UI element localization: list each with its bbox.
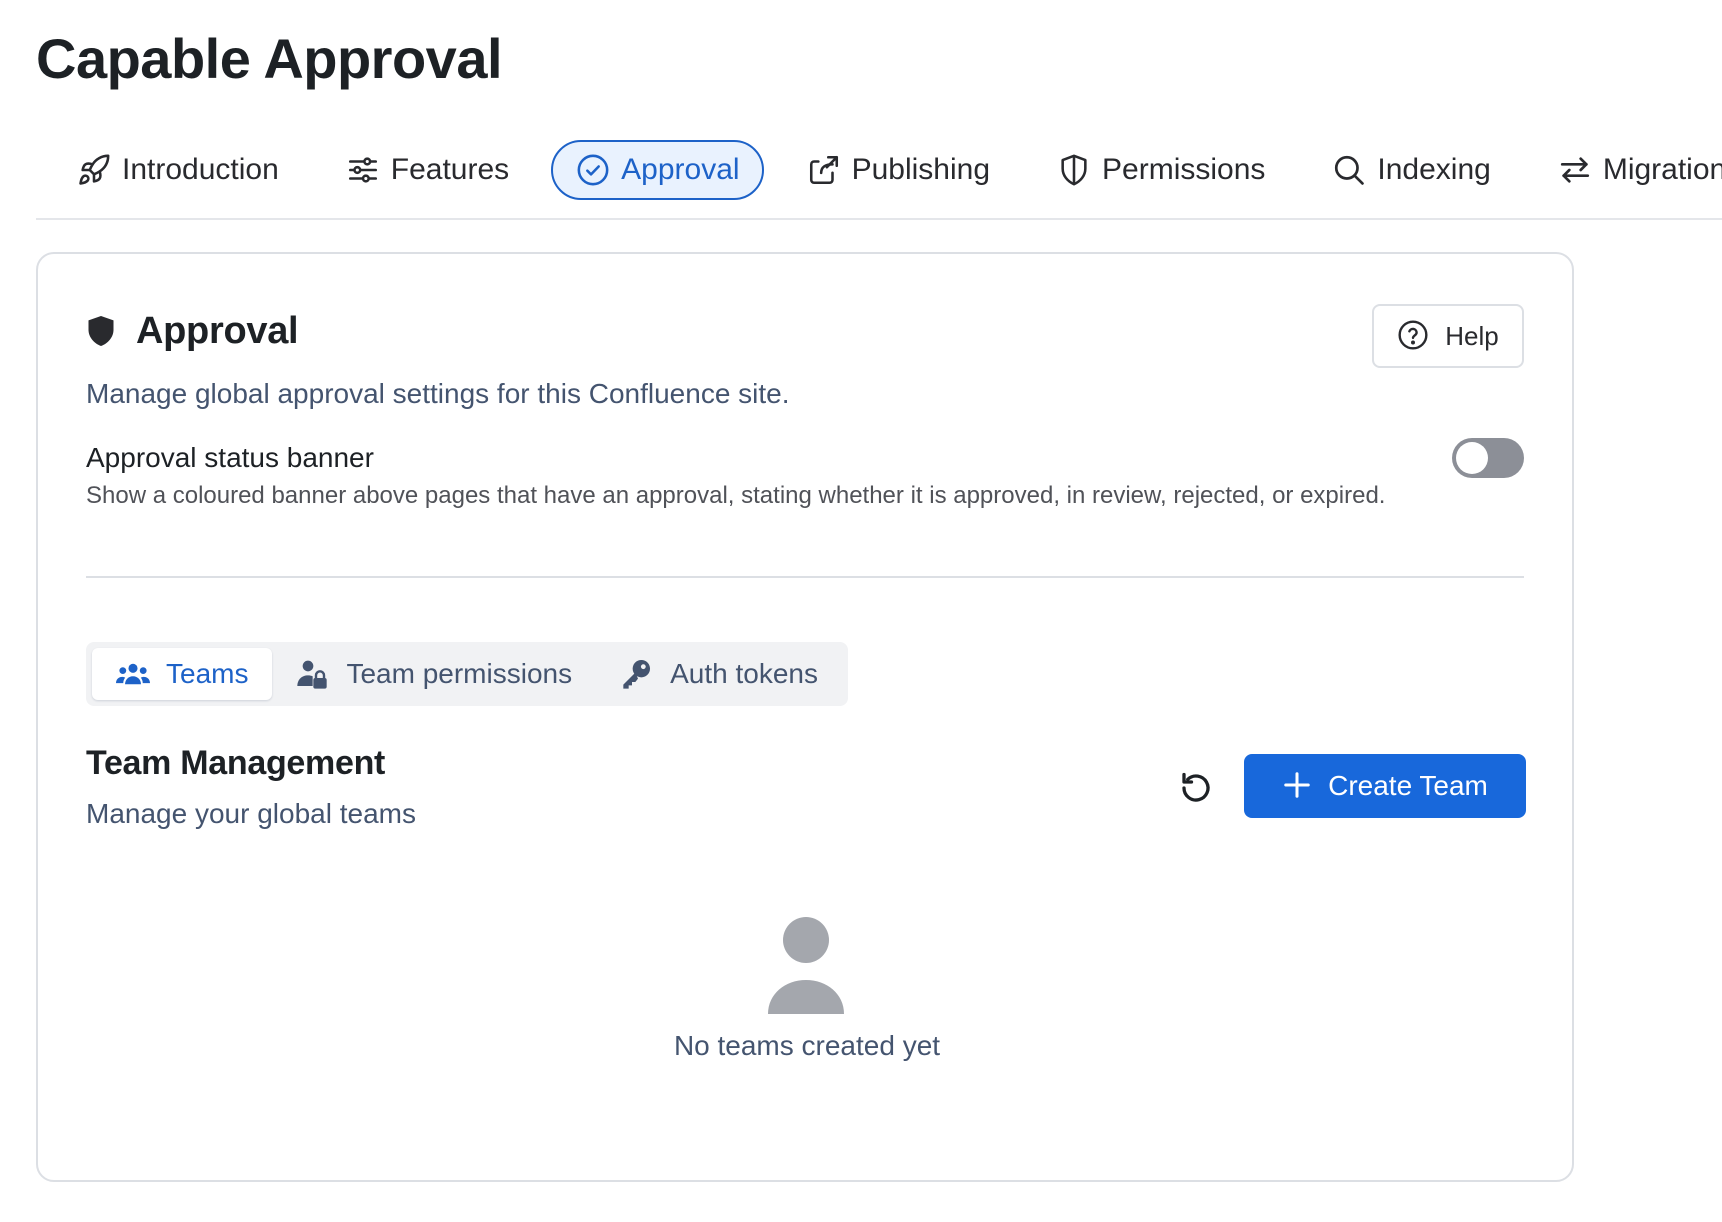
create-team-button[interactable]: Create Team (1244, 754, 1526, 818)
top-navigation: Introduction Features Approval Publishin… (36, 140, 1722, 220)
check-circle-icon (575, 152, 611, 188)
nav-tab-label: Features (390, 153, 510, 186)
toggle-knob (1456, 442, 1488, 474)
subtab-bar: Teams Team permissions Auth tokens (86, 642, 848, 706)
refresh-button[interactable] (1174, 768, 1218, 812)
search-icon (1331, 152, 1367, 188)
nav-tab-features[interactable]: Features (321, 140, 533, 200)
key-icon (620, 658, 656, 690)
nav-tab-introduction[interactable]: Introduction (52, 140, 303, 200)
section-title: Approval (136, 310, 299, 352)
subtab-label: Teams (166, 658, 249, 689)
refresh-icon (1178, 770, 1214, 811)
nav-tab-label: Permissions (1102, 153, 1266, 186)
section-header: Approval (86, 310, 299, 353)
subtab-label: Auth tokens (670, 658, 818, 689)
team-management-title: Team Management (86, 744, 386, 782)
team-management-description: Manage your global teams (86, 798, 416, 829)
section-description: Manage global approval settings for this… (86, 378, 790, 409)
arrows-swap-icon (1557, 152, 1593, 188)
subtab-label: Team permissions (346, 658, 573, 689)
empty-state-avatar-icon (766, 916, 846, 1016)
empty-state-text: No teams created yet (673, 1030, 941, 1061)
nav-tab-label: Indexing (1377, 153, 1491, 186)
nav-tab-indexing[interactable]: Indexing (1307, 140, 1514, 200)
sliders-icon (345, 152, 381, 188)
shield-icon (1056, 152, 1092, 188)
nav-tab-migration[interactable]: Migration (1533, 140, 1722, 200)
nav-tab-label: Publishing (851, 153, 991, 186)
status-banner-label: Approval status banner (86, 442, 374, 473)
subtab-auth-tokens[interactable]: Auth tokens (596, 648, 842, 700)
create-team-label: Create Team (1328, 770, 1488, 801)
person-lock-icon (296, 658, 332, 690)
app-title: Capable Approval (36, 27, 503, 90)
subtab-team-permissions[interactable]: Team permissions (272, 648, 596, 700)
nav-tab-permissions[interactable]: Permissions (1032, 140, 1289, 200)
approval-settings-card: Approval Help Manage global approval set… (36, 252, 1574, 1182)
nav-tab-label: Migration (1602, 153, 1722, 186)
rocket-icon (76, 152, 112, 188)
share-icon (806, 152, 842, 188)
help-button-label: Help (1445, 320, 1499, 351)
question-circle-icon (1397, 319, 1431, 353)
people-icon (116, 658, 152, 690)
plus-icon (1282, 770, 1314, 802)
divider (86, 576, 1524, 578)
nav-tab-approval[interactable]: Approval (551, 140, 764, 200)
subtab-teams[interactable]: Teams (92, 648, 273, 700)
shield-filled-icon (86, 314, 120, 350)
nav-tab-label: Approval (621, 153, 740, 186)
nav-tab-label: Introduction (122, 153, 279, 186)
status-banner-help: Show a coloured banner above pages that … (86, 482, 1386, 509)
nav-tab-publishing[interactable]: Publishing (782, 140, 1014, 200)
status-banner-toggle[interactable] (1452, 438, 1524, 478)
help-button[interactable]: Help (1372, 304, 1524, 368)
